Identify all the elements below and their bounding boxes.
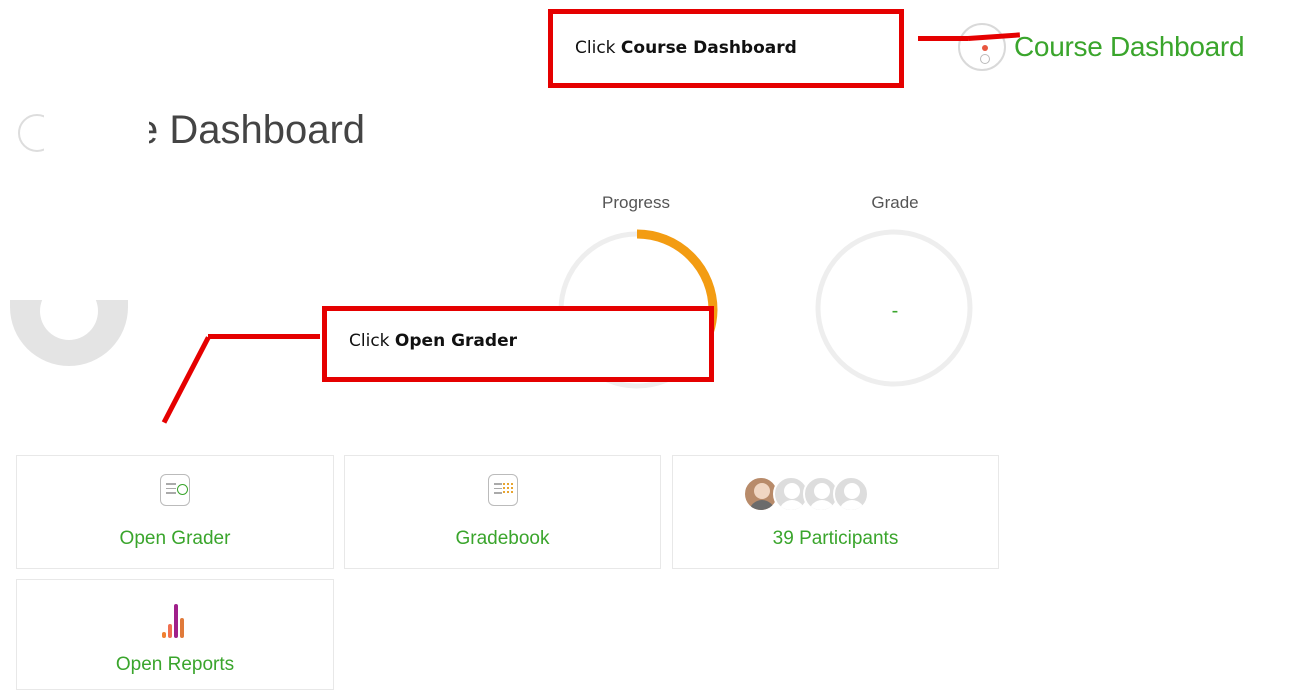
callout-text: Click	[575, 38, 621, 58]
open-grader-label: Open Grader	[119, 528, 231, 549]
course-dashboard-icon	[958, 23, 1006, 71]
grade-value: -	[891, 300, 899, 322]
gradebook-label: Gradebook	[455, 528, 550, 549]
progress-label: Progress	[601, 193, 671, 212]
grade-label: Grade	[871, 193, 919, 212]
callout-course-dashboard: Click Course Dashboard	[548, 9, 904, 88]
connector-line	[208, 334, 320, 339]
open-reports-tile[interactable]: Open Reports	[16, 579, 334, 690]
course-dashboard-label: Course Dashboard	[1014, 31, 1245, 62]
reports-icon	[162, 602, 188, 638]
open-grader-tile[interactable]: Open Grader	[16, 455, 334, 569]
gradebook-icon	[487, 474, 518, 506]
callout-open-grader: Click Open Grader	[322, 306, 714, 382]
callout-bold-text: Course Dashboard	[620, 38, 797, 58]
open-reports-label: Open Reports	[115, 654, 235, 675]
avatar	[10, 300, 128, 366]
participants-tile[interactable]: 39 Participants	[672, 455, 999, 569]
callout-text: Click	[349, 331, 395, 351]
course-dashboard-link[interactable]: Course Dashboard	[958, 20, 1245, 74]
participants-label: 39 Participants	[772, 528, 899, 549]
connector-line	[918, 36, 968, 41]
callout-bold-text: Open Grader	[394, 331, 517, 351]
participants-avatars	[743, 476, 933, 512]
grader-icon	[160, 474, 190, 506]
gradebook-tile[interactable]: Gradebook	[344, 455, 661, 569]
connector-line	[161, 336, 211, 424]
